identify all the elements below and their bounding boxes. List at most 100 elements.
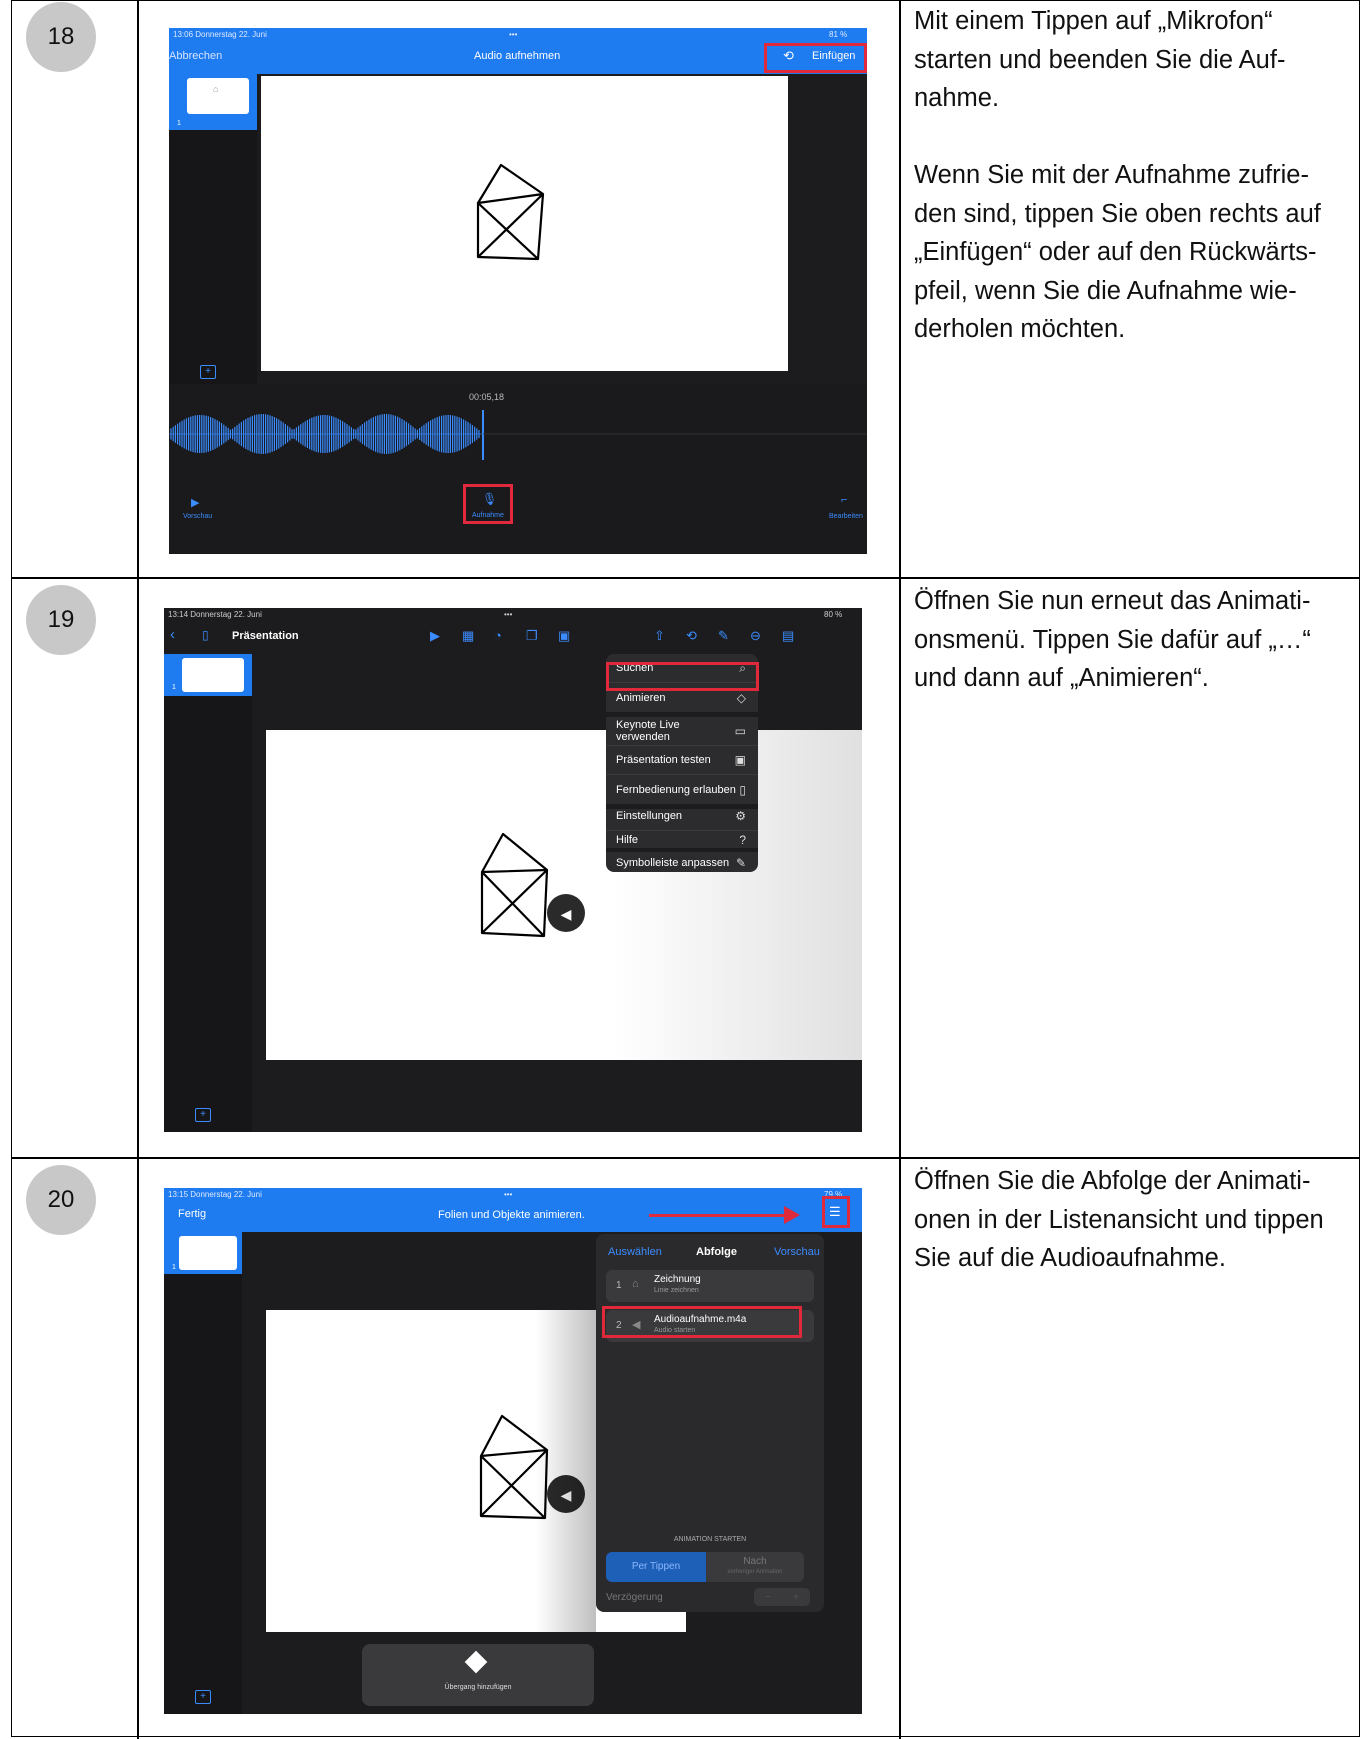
slide-navigator <box>164 654 252 1132</box>
menu-item-rehearse[interactable]: Präsentation testen ▣ <box>606 746 758 775</box>
add-transition-label: Übergang hinzufügen <box>444 1684 512 1691</box>
screenshot-audio-recording: 13:06 Donnerstag 22. Juni ••• 81 % Abbre… <box>169 28 867 554</box>
play-icon[interactable]: ▶ <box>191 496 199 509</box>
edit-button[interactable]: Bearbeiten <box>829 513 863 520</box>
slide-navigator <box>164 1232 242 1714</box>
status-dots: ••• <box>504 1190 513 1199</box>
build-order-panel: Auswählen Abfolge Vorschau 1 ⌂ Zeichnung… <box>596 1234 824 1612</box>
highlight-box <box>606 662 759 691</box>
diamond-icon: ◇ <box>736 690 746 705</box>
undo-arrow-icon[interactable]: ⟲ <box>783 48 794 64</box>
step-description: Öffnen Sie nun erneut das Animati- onsme… <box>914 587 1311 692</box>
add-slide-icon[interactable]: + <box>200 365 216 379</box>
delay-label: Verzögerung <box>606 1592 663 1603</box>
chart-icon[interactable]: ◔ <box>494 628 502 643</box>
item-sub: Linie zeichnen <box>654 1287 699 1294</box>
after-label: Nach <box>743 1556 767 1567</box>
row-divider <box>11 1157 1360 1159</box>
add-slide-icon[interactable]: + <box>195 1108 211 1122</box>
menu-item-keynote-live[interactable]: Keynote Live verwenden ▭ <box>606 717 758 746</box>
on-tap-segment[interactable]: Per Tippen <box>606 1552 706 1582</box>
slide-number: 1 <box>177 120 181 127</box>
row-divider <box>11 577 1360 579</box>
screen-title: Folien und Objekte animieren. <box>438 1209 585 1221</box>
audio-waveform[interactable] <box>169 404 867 464</box>
slide-thumbnail[interactable] <box>179 1236 237 1270</box>
slide-canvas[interactable] <box>261 76 788 371</box>
timecode: 00:05,18 <box>469 392 505 402</box>
after-sub: vorheriger Animation <box>727 1569 783 1575</box>
delay-stepper[interactable]: − + <box>754 1588 810 1606</box>
slide-thumbnail[interactable] <box>182 658 244 692</box>
step-description: Mit einem Tippen auf „Mikrofon“ starten … <box>914 7 1321 343</box>
screenshot-keynote-menu: 13:14 Donnerstag 22. Juni ••• 80 % ‹ ▯ P… <box>164 608 862 1132</box>
arrow-shaft <box>649 1214 789 1217</box>
item-index: 1 <box>616 1280 622 1291</box>
cancel-button[interactable]: Abbrechen <box>169 50 222 62</box>
document-icon[interactable]: ▤ <box>782 628 794 644</box>
more-icon[interactable]: ⊖ <box>750 628 761 644</box>
preview-button[interactable]: Vorschau <box>183 513 212 520</box>
select-button[interactable]: Auswählen <box>608 1246 662 1258</box>
column-divider <box>899 0 901 1739</box>
insert-button[interactable]: Einfügen <box>812 50 855 62</box>
undo-icon[interactable]: ⟲ <box>686 628 697 644</box>
add-slide-icon[interactable]: + <box>195 1690 211 1704</box>
status-dots: ••• <box>509 30 518 39</box>
panel-heading: Abfolge <box>696 1246 737 1258</box>
preview-button[interactable]: Vorschau <box>774 1246 820 1258</box>
animation-start-label: ANIMATION STARTEN <box>673 1536 747 1543</box>
arrow-head-icon <box>784 1206 800 1224</box>
on-tap-label: Per Tippen <box>631 1561 681 1572</box>
status-battery: 81 % <box>829 30 848 39</box>
screenshot-animation-sequence: 13:15 Donnerstag 22. Juni ••• 79 % Ferti… <box>164 1188 862 1714</box>
done-button[interactable]: Fertig <box>178 1208 206 1220</box>
slide-number: 1 <box>172 1264 176 1271</box>
house-mini-icon: ⌂ <box>213 84 219 94</box>
status-dots: ••• <box>504 610 513 619</box>
menu-item-remote[interactable]: Fernbedienung erlauben ▯ <box>606 775 758 804</box>
menu-item-customize-toolbar[interactable]: Symbolleiste anpassen ✎ <box>606 848 758 877</box>
slide-number: 1 <box>172 684 176 691</box>
highlight-box <box>602 1306 802 1338</box>
status-time: 13:06 Donnerstag 22. Juni <box>173 30 267 39</box>
step-number: 20 <box>26 1165 96 1235</box>
media-icon[interactable]: ▣ <box>558 628 570 644</box>
microphone-icon[interactable]: 🎙 <box>482 492 497 506</box>
sidebar-icon[interactable]: ▯ <box>202 628 209 642</box>
diamond-icon <box>464 1650 488 1674</box>
svg-text:◀: ◀ <box>561 907 572 923</box>
table-icon[interactable]: ▦ <box>462 628 474 644</box>
help-icon: ? <box>739 832 746 847</box>
step-number: 18 <box>26 2 96 72</box>
house-mini-icon: ⌂ <box>632 1278 639 1290</box>
minus-icon[interactable]: − <box>765 1592 771 1603</box>
brush-icon[interactable]: ✎ <box>718 628 729 644</box>
status-time: 13:14 Donnerstag 22. Juni <box>168 610 262 619</box>
share-icon[interactable]: ⇧ <box>654 628 665 644</box>
add-transition-button[interactable]: Übergang hinzufügen <box>362 1644 594 1706</box>
list-view-icon[interactable]: ☰ <box>829 1204 841 1220</box>
plus-icon[interactable]: + <box>793 1592 799 1603</box>
column-divider <box>137 0 139 1739</box>
remote-icon: ▯ <box>739 782 746 797</box>
rehearse-icon: ▣ <box>734 753 746 767</box>
status-time: 13:15 Donnerstag 22. Juni <box>168 1190 262 1199</box>
record-button[interactable]: Aufnahme <box>472 512 504 519</box>
step-number: 19 <box>26 585 96 655</box>
shape-icon[interactable]: ❐ <box>526 628 538 644</box>
gear-icon: ⚙ <box>735 809 746 823</box>
list-item[interactable]: 1 ⌂ Zeichnung Linie zeichnen <box>606 1270 814 1302</box>
document-title[interactable]: Präsentation <box>232 630 299 642</box>
step-description: Öffnen Sie die Abfolge der Animati- onen… <box>914 1167 1324 1272</box>
broadcast-icon: ▭ <box>734 724 746 738</box>
status-battery: 80 % <box>824 610 843 619</box>
wrench-icon: ✎ <box>735 855 746 870</box>
back-chevron-icon[interactable]: ‹ <box>170 626 175 643</box>
panel-shadow <box>536 1310 596 1632</box>
play-icon[interactable]: ▶ <box>430 628 440 644</box>
after-segment[interactable]: Nach vorheriger Animation <box>706 1552 804 1582</box>
trim-icon[interactable]: ⌐ <box>841 494 847 506</box>
house-drawing <box>476 163 545 261</box>
item-name: Zeichnung <box>654 1274 701 1285</box>
